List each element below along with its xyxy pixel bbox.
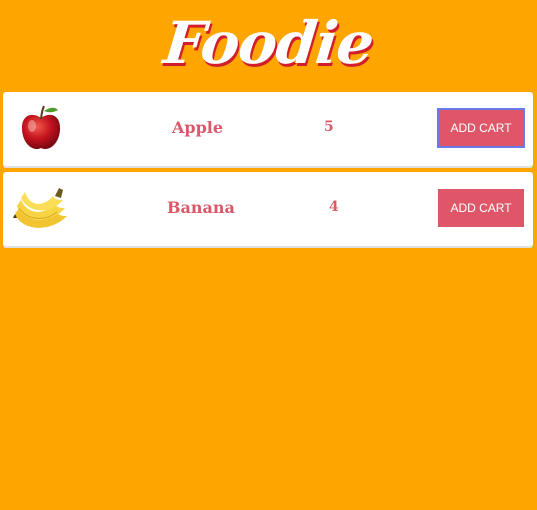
product-quantity: 4	[329, 199, 339, 215]
product-quantity: 5	[324, 119, 334, 135]
apple-image	[21, 105, 61, 150]
product-row-apple: Apple 5 ADD CART	[3, 92, 533, 166]
product-list: Apple 5 ADD CART Banana 4 ADD CART	[3, 92, 533, 252]
add-cart-button[interactable]: ADD CART	[437, 108, 525, 148]
product-row-banana: Banana 4 ADD CART	[3, 172, 533, 246]
product-name: Apple	[172, 118, 224, 137]
add-cart-button[interactable]: ADD CART	[438, 189, 524, 227]
banana-image	[13, 188, 67, 228]
brand-logo: Foodie	[160, 9, 377, 77]
product-name: Banana	[167, 198, 235, 217]
